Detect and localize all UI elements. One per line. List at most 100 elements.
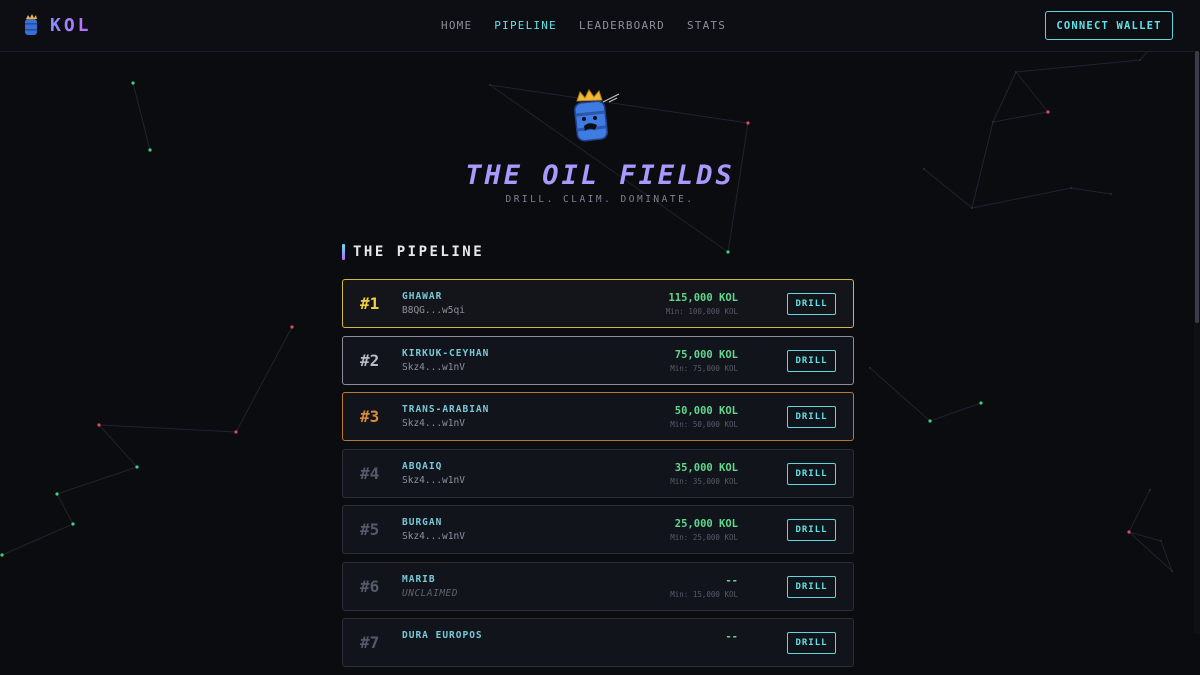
drill-button[interactable]: DRILL <box>787 575 836 598</box>
drill-button[interactable]: DRILL <box>787 519 836 541</box>
pipeline-row[interactable]: #4 ABQAIQ Skz4...w1nV 35,000 KOL Min: 35… <box>342 448 854 498</box>
section-title-text: THE PIPELINE <box>353 244 485 260</box>
drill-button[interactable]: DRILL <box>787 406 836 428</box>
network-node <box>992 121 994 123</box>
network-node <box>234 430 238 434</box>
network-link <box>98 424 138 468</box>
drill-button[interactable]: DRILL <box>787 293 836 315</box>
field-name: MARIB <box>402 573 436 585</box>
network-node <box>971 207 973 209</box>
min-stake: Min: 50,000 KOL <box>670 420 738 429</box>
field-name: GHAWAR <box>402 291 443 302</box>
stake-amount: 35,000 KOL <box>674 461 738 474</box>
network-link <box>869 367 931 422</box>
network-link <box>992 71 1017 123</box>
min-stake: Min: 25,000 KOL <box>670 533 738 542</box>
pipeline-row[interactable]: #6 MARIB UNCLAIMED -- Min: 15,000 KOL DR… <box>342 561 854 611</box>
network-node <box>135 465 139 469</box>
network-link <box>56 466 138 495</box>
network-link <box>929 402 982 422</box>
oil-barrel-icon <box>25 14 37 35</box>
connect-wallet-button[interactable]: CONNECT WALLET <box>1045 11 1173 40</box>
network-link <box>56 493 74 525</box>
section-heading: THE PIPELINE <box>342 244 484 260</box>
rank-label: #6 <box>360 576 380 596</box>
network-node <box>1149 489 1151 491</box>
rank-label: #3 <box>360 407 380 426</box>
owner-address: UNCLAIMED <box>402 587 458 599</box>
rank-label: #2 <box>360 350 380 370</box>
nav-leaderboard[interactable]: LEADERBOARD <box>579 19 665 32</box>
network-node <box>746 121 750 125</box>
min-stake: Min: 35,000 KOL <box>670 476 738 486</box>
network-node <box>979 401 983 405</box>
page-subtitle: DRILL. CLAIM. DOMINATE. <box>505 194 695 205</box>
owner-address: Skz4...w1nV <box>402 531 465 542</box>
crowned-oil-barrel-icon <box>574 89 620 142</box>
network-node <box>726 250 730 254</box>
pipeline-row[interactable]: #2 KIRKUK-CEYHAN Skz4...w1nV 75,000 KOL … <box>342 335 854 385</box>
drill-button[interactable]: DRILL <box>787 632 836 654</box>
field-name: KIRKUK-CEYHAN <box>402 347 490 359</box>
nav-stats[interactable]: STATS <box>687 19 726 32</box>
pipeline-row[interactable]: #7 DURA EUROPOS -- DRILL <box>342 618 854 667</box>
network-node <box>1046 110 1050 114</box>
network-node <box>148 148 152 152</box>
rank-label: #7 <box>360 633 380 652</box>
nav-home[interactable]: HOME <box>441 19 472 32</box>
pipeline-row[interactable]: #5 BURGAN Skz4...w1nV 25,000 KOL Min: 25… <box>342 505 854 554</box>
stake-amount: -- <box>725 631 738 643</box>
network-link <box>992 111 1049 123</box>
network-node <box>1127 530 1131 534</box>
owner-address: B8QG...w5qi <box>402 305 465 316</box>
min-stake: Min: 15,000 KOL <box>670 589 738 599</box>
network-node <box>97 423 101 427</box>
field-name: TRANS-ARABIAN <box>402 404 490 415</box>
rank-label: #1 <box>360 294 380 313</box>
pipeline-row[interactable]: #3 TRANS-ARABIAN Skz4...w1nV 50,000 KOL … <box>342 392 854 441</box>
section-accent-bar <box>342 244 345 260</box>
min-stake: Min: 100,000 KOL <box>665 307 738 316</box>
stake-amount: 75,000 KOL <box>674 348 738 361</box>
network-node <box>0 553 4 557</box>
nav-pipeline[interactable]: PIPELINE <box>494 19 557 32</box>
network-link <box>1015 71 1049 113</box>
drill-button[interactable]: DRILL <box>787 349 836 372</box>
owner-address: Skz4...w1nV <box>402 474 465 486</box>
network-node <box>1160 540 1162 542</box>
stake-amount: 50,000 KOL <box>674 405 738 417</box>
scrollbar-thumb[interactable] <box>1195 51 1199 323</box>
network-node <box>290 325 294 329</box>
network-node <box>489 84 491 86</box>
network-node <box>1015 71 1017 73</box>
field-name: ABQAIQ <box>402 460 443 472</box>
network-link <box>1015 59 1141 73</box>
stake-amount: 25,000 KOL <box>674 518 738 530</box>
main-nav: HOME PIPELINE LEADERBOARD STATS <box>441 19 726 32</box>
rank-label: #4 <box>360 463 380 483</box>
page-scrollbar[interactable] <box>1194 51 1200 634</box>
drill-button[interactable]: DRILL <box>787 462 836 485</box>
network-node <box>869 367 871 369</box>
pipeline-row[interactable]: #1 GHAWAR B8QG...w5qi 115,000 KOL Min: 1… <box>342 279 854 328</box>
stake-amount: -- <box>725 574 738 587</box>
network-node <box>71 522 75 526</box>
top-navigation-bar: KOL HOME PIPELINE LEADERBOARD STATS CONN… <box>0 0 1200 52</box>
pipeline-list: #1 GHAWAR B8QG...w5qi 115,000 KOL Min: 1… <box>342 279 854 675</box>
rank-label: #5 <box>360 520 380 539</box>
network-link <box>132 82 151 151</box>
min-stake: Min: 75,000 KOL <box>670 363 738 373</box>
network-node <box>55 492 59 496</box>
network-node <box>1171 570 1173 572</box>
network-link <box>1128 489 1151 533</box>
owner-address: Skz4...w1nV <box>402 361 465 373</box>
field-name: BURGAN <box>402 517 443 528</box>
page-title: THE OIL FIELDS <box>0 160 1200 191</box>
stake-amount: 115,000 KOL <box>668 292 738 304</box>
field-name: DURA EUROPOS <box>402 630 483 641</box>
network-link <box>235 326 293 433</box>
network-node <box>1139 59 1141 61</box>
network-node <box>131 81 135 85</box>
network-link <box>98 424 237 433</box>
brand-logo[interactable]: KOL <box>22 14 92 36</box>
